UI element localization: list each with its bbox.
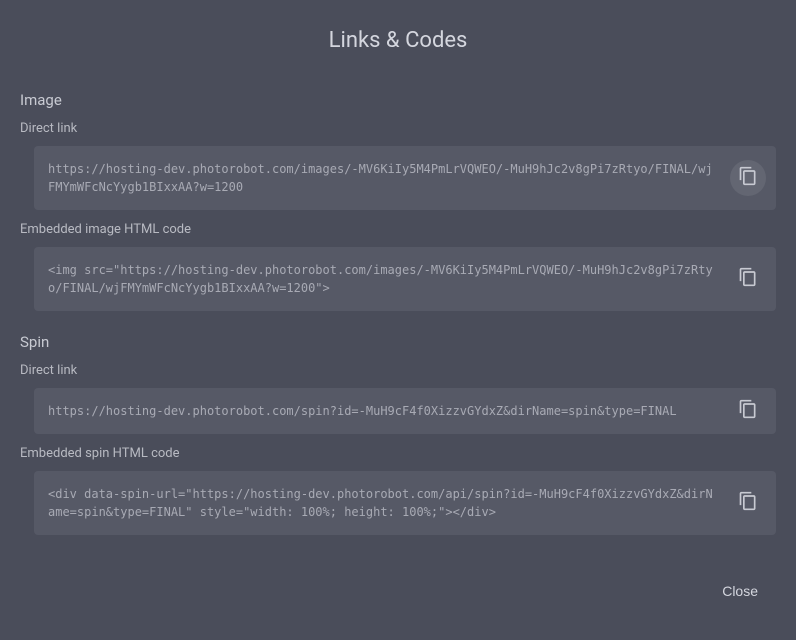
code-text-spin-embedded: <div data-spin-url="https://hosting-dev.… [48,485,716,521]
field-label-spin-direct-link: Direct link [20,363,776,378]
copy-icon [738,491,758,515]
copy-button[interactable] [730,393,766,429]
field-label-image-embedded: Embedded image HTML code [20,222,776,237]
dialog-footer: Close [20,535,776,605]
copy-icon [738,166,758,190]
code-text-spin-direct-link: https://hosting-dev.photorobot.com/spin?… [48,402,716,420]
code-text-image-direct-link: https://hosting-dev.photorobot.com/image… [48,160,716,196]
code-block-spin-direct-link: https://hosting-dev.photorobot.com/spin?… [34,388,776,434]
field-label-image-direct-link: Direct link [20,121,776,136]
close-button[interactable]: Close [712,577,768,605]
field-label-spin-embedded: Embedded spin HTML code [20,446,776,461]
code-block-spin-embedded: <div data-spin-url="https://hosting-dev.… [34,471,776,535]
section-heading-spin: Spin [20,333,776,351]
section-heading-image: Image [20,91,776,109]
code-block-image-direct-link: https://hosting-dev.photorobot.com/image… [34,146,776,210]
copy-button[interactable] [730,485,766,521]
copy-button[interactable] [730,261,766,297]
copy-icon [738,267,758,291]
code-block-image-embedded: <img src="https://hosting-dev.photorobot… [34,247,776,311]
copy-icon [738,399,758,423]
dialog-title: Links & Codes [0,0,796,63]
copy-button[interactable] [730,160,766,196]
code-text-image-embedded: <img src="https://hosting-dev.photorobot… [48,261,716,297]
